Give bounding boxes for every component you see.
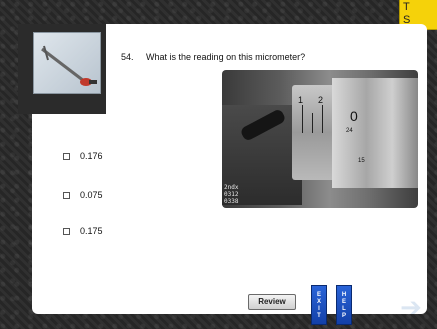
question-text: 54. What is the reading on this micromet… [121, 52, 305, 62]
answer-option-1[interactable]: 0.176 [63, 151, 103, 161]
answer-option-2[interactable]: 0.075 [63, 190, 103, 200]
answer-option-3[interactable]: 0.175 [63, 226, 103, 236]
exit-button[interactable]: E X I T [311, 285, 327, 325]
question-label: What is the reading on this micrometer? [146, 52, 306, 62]
answer-label-1: 0.176 [80, 151, 103, 161]
sleeve-tick [302, 105, 303, 133]
answer-label-2: 0.075 [80, 190, 103, 200]
sleeve-tick [322, 105, 323, 133]
answer-checkbox-1[interactable] [63, 152, 70, 160]
answer-checkbox-3[interactable] [63, 227, 70, 235]
question-number: 54. [121, 52, 134, 62]
micrometer-thimble: 0 24 15 [332, 78, 418, 188]
thimble-label: 24 [346, 128, 353, 134]
engraving-text: 2ndx 0312 0338 [224, 184, 239, 205]
thimble-label: 15 [358, 158, 365, 164]
help-button[interactable]: H E L P [336, 285, 352, 325]
thimble-label: 0 [350, 108, 358, 124]
right-arrow-icon[interactable]: ➔ [395, 293, 427, 321]
micrometer-tool-icon [33, 32, 101, 94]
sleeve-tick [312, 113, 313, 133]
micrometer-photo: 1 2 0 24 15 2ndx 0312 0338 [222, 70, 418, 208]
answer-checkbox-2[interactable] [63, 191, 70, 199]
review-button[interactable]: Review [248, 294, 296, 310]
answer-label-3: 0.175 [80, 226, 103, 236]
sleeve-label: 1 [298, 95, 304, 105]
sleeve-label: 2 [318, 95, 324, 105]
